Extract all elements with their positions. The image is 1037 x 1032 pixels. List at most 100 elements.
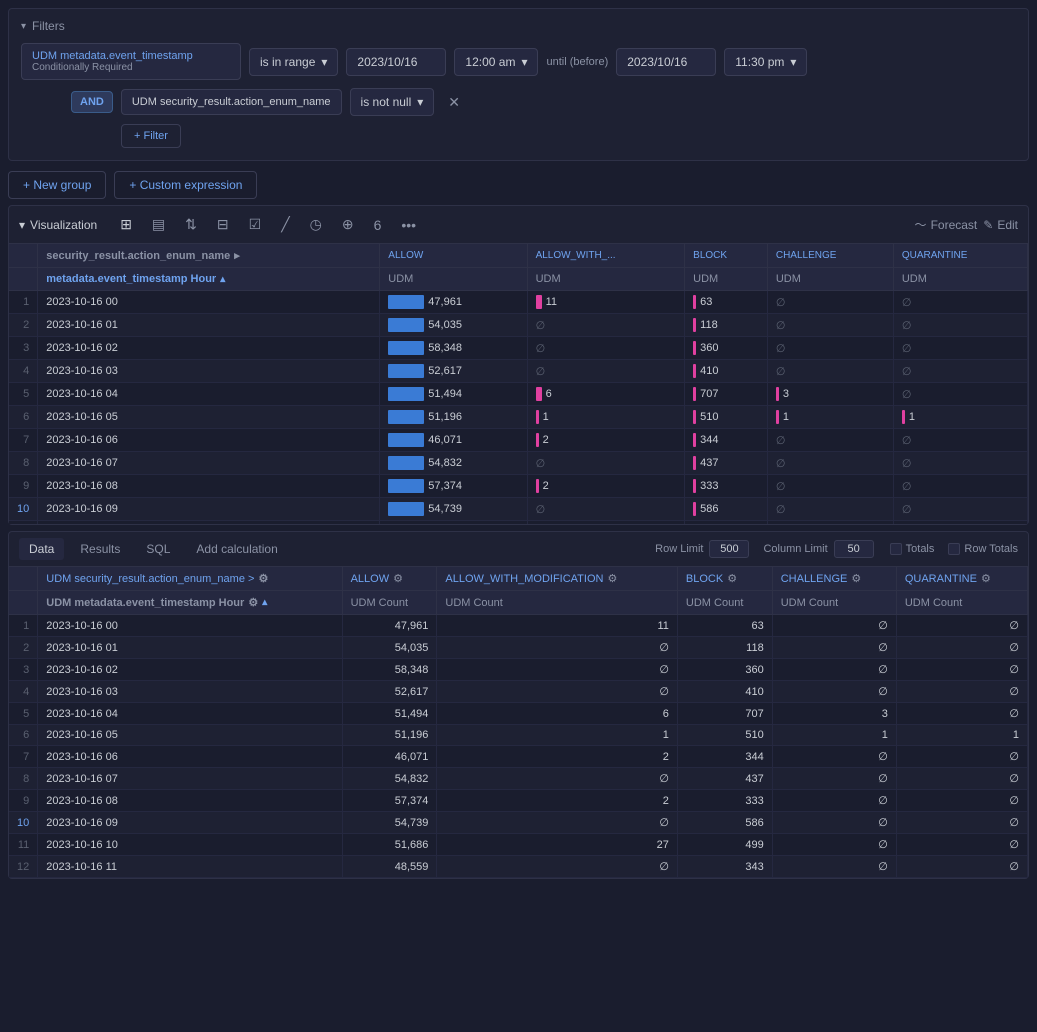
viz-table-wrap: security_result.action_enum_name ▸ ALLOW… bbox=[9, 244, 1028, 524]
viz-check-icon[interactable]: ☑ bbox=[242, 212, 269, 237]
table-row-block: 333 bbox=[685, 475, 768, 498]
null-op-dropdown-icon: ▾ bbox=[417, 95, 423, 109]
table-row-allow-with: ∅ bbox=[437, 681, 678, 703]
edit-icon: ✎ bbox=[983, 218, 993, 232]
table-row-allow-with: 2 bbox=[437, 790, 678, 812]
th-quarantine-udm: UDM bbox=[893, 268, 1027, 291]
table-row-allow-with: ∅ bbox=[437, 812, 678, 834]
table-row-allow: 51,686 bbox=[380, 521, 527, 525]
forecast-button[interactable]: 〜 Forecast bbox=[915, 216, 978, 233]
tab-results[interactable]: Results bbox=[70, 538, 130, 560]
table-row-challenge: ∅ bbox=[772, 659, 896, 681]
table-row-quarantine: ∅ bbox=[893, 291, 1027, 314]
table-row-date: 2023-10-16 05 bbox=[38, 406, 380, 429]
row-totals-label: Row Totals bbox=[964, 543, 1018, 555]
edit-button[interactable]: ✎ Edit bbox=[983, 218, 1018, 232]
viz-number-icon[interactable]: 6 bbox=[367, 213, 389, 237]
filter-remove-button-2[interactable]: ✕ bbox=[442, 92, 466, 113]
new-group-button[interactable]: + New group bbox=[8, 171, 106, 199]
table-row-challenge: ∅ bbox=[772, 681, 896, 703]
viz-toolbar: ▾ Visualization ⊞ ▤ ⇅ ⊟ ☑ ╱ ◷ ⊕ 6 ••• 〜 … bbox=[9, 206, 1028, 244]
row-limit-value[interactable]: 500 bbox=[709, 540, 749, 558]
table-row-block: 410 bbox=[685, 360, 768, 383]
viz-line-icon[interactable]: ╱ bbox=[274, 212, 296, 237]
allow-gear-icon[interactable]: ⚙ bbox=[393, 572, 403, 585]
quarantine-gear-icon[interactable]: ⚙ bbox=[981, 572, 991, 585]
date-gear-icon[interactable]: ⚙ bbox=[248, 596, 258, 609]
block-gear-icon[interactable]: ⚙ bbox=[727, 572, 737, 585]
table-row-allow: 51,196 bbox=[380, 406, 527, 429]
challenge-gear-icon[interactable]: ⚙ bbox=[851, 572, 861, 585]
viz-sort-icon[interactable]: ⇅ bbox=[178, 212, 204, 237]
table-row-allow-with: 2 bbox=[437, 746, 678, 768]
table-row-date: 2023-10-16 01 bbox=[38, 314, 380, 337]
bth-allow-count: UDM Count bbox=[342, 591, 437, 615]
table-row-date: 2023-10-16 09 bbox=[38, 812, 342, 834]
col-limit-value[interactable]: 50 bbox=[834, 540, 874, 558]
table-row-allow: 57,374 bbox=[342, 790, 437, 812]
table-row-allow: 52,617 bbox=[380, 360, 527, 383]
add-filter-button[interactable]: + Filter bbox=[121, 124, 181, 148]
viz-table-icon[interactable]: ⊞ bbox=[113, 212, 139, 237]
table-row-challenge: ∅ bbox=[767, 291, 893, 314]
tab-add-calc[interactable]: Add calculation bbox=[186, 538, 287, 560]
row-totals-check[interactable]: Row Totals bbox=[948, 543, 1018, 555]
table-row-allow-with: ∅ bbox=[527, 314, 685, 337]
table-row-block: 707 bbox=[677, 703, 772, 725]
th-row-num-2 bbox=[9, 268, 38, 291]
table-row-allow: 57,374 bbox=[380, 475, 527, 498]
table-row-quarantine: ∅ bbox=[896, 746, 1027, 768]
filter-operator-2[interactable]: is not null ▾ bbox=[350, 88, 435, 116]
date-sort-asc-icon[interactable]: ▴ bbox=[262, 597, 267, 608]
table-row-allow: 54,832 bbox=[342, 768, 437, 790]
filter-time-end[interactable]: 11:30 pm ▾ bbox=[724, 48, 807, 76]
filter-time-start[interactable]: 12:00 am ▾ bbox=[454, 48, 538, 76]
table-row-quarantine: ∅ bbox=[896, 637, 1027, 659]
viz-collapse-icon[interactable]: ▾ bbox=[19, 218, 25, 232]
viz-location-icon[interactable]: ⊕ bbox=[335, 212, 361, 237]
col1-expand-icon[interactable]: ▸ bbox=[234, 249, 240, 262]
table-row-allow: 54,035 bbox=[342, 637, 437, 659]
table-row-num: 1 bbox=[9, 291, 38, 314]
bth-row-num bbox=[9, 567, 38, 591]
filters-collapse-icon[interactable]: ▾ bbox=[21, 21, 26, 32]
filter-date-end[interactable]: 2023/10/16 bbox=[616, 48, 716, 76]
bth-block-count: UDM Count bbox=[677, 591, 772, 615]
table-row-date: 2023-10-16 06 bbox=[38, 429, 380, 452]
filter-row-2: AND UDM security_result.action_enum_name… bbox=[21, 88, 1016, 116]
table-row-date: 2023-10-16 00 bbox=[38, 615, 342, 637]
table-row-date: 2023-10-16 03 bbox=[38, 681, 342, 703]
th-block-udm: UDM bbox=[685, 268, 768, 291]
viz-filter-icon[interactable]: ⊟ bbox=[210, 212, 236, 237]
tab-data[interactable]: Data bbox=[19, 538, 64, 560]
table-row: 11 bbox=[9, 834, 38, 856]
viz-more-icon[interactable]: ••• bbox=[394, 213, 423, 237]
time-end-dropdown-icon: ▾ bbox=[790, 55, 796, 69]
totals-checkbox[interactable] bbox=[890, 543, 902, 555]
table-row-allow-with: 2 bbox=[527, 429, 685, 452]
filter-date-start[interactable]: 2023/10/16 bbox=[346, 48, 446, 76]
filter-operator-1[interactable]: is in range ▾ bbox=[249, 48, 338, 76]
custom-expression-button[interactable]: + Custom expression bbox=[114, 171, 257, 199]
allow-with-gear-icon[interactable]: ⚙ bbox=[607, 572, 617, 585]
tab-sql[interactable]: SQL bbox=[136, 538, 180, 560]
table-row-allow: 51,494 bbox=[380, 383, 527, 406]
date-sort-icon[interactable]: ▴ bbox=[220, 274, 225, 285]
table-row-block: 360 bbox=[677, 659, 772, 681]
table-row-allow: 54,739 bbox=[342, 812, 437, 834]
viz-clock-icon[interactable]: ◷ bbox=[303, 212, 329, 237]
table-row-quarantine: ∅ bbox=[896, 703, 1027, 725]
visualization-section: ▾ Visualization ⊞ ▤ ⇅ ⊟ ☑ ╱ ◷ ⊕ 6 ••• 〜 … bbox=[8, 205, 1029, 525]
table-row-allow-with: 11 bbox=[437, 615, 678, 637]
table-row-quarantine: ∅ bbox=[893, 337, 1027, 360]
table-row-date: 2023-10-16 09 bbox=[38, 498, 380, 521]
row-totals-checkbox[interactable] bbox=[948, 543, 960, 555]
table-row: 4 bbox=[9, 681, 38, 703]
bottom-section: Data Results SQL Add calculation Row Lim… bbox=[8, 531, 1029, 879]
table-row-allow-with: 1 bbox=[527, 406, 685, 429]
viz-bar-chart-icon[interactable]: ▤ bbox=[145, 212, 172, 237]
table-row-challenge: ∅ bbox=[767, 498, 893, 521]
col1-gear-icon[interactable]: ⚙ bbox=[258, 572, 268, 585]
table-row-quarantine: ∅ bbox=[893, 429, 1027, 452]
totals-check[interactable]: Totals bbox=[890, 543, 935, 555]
